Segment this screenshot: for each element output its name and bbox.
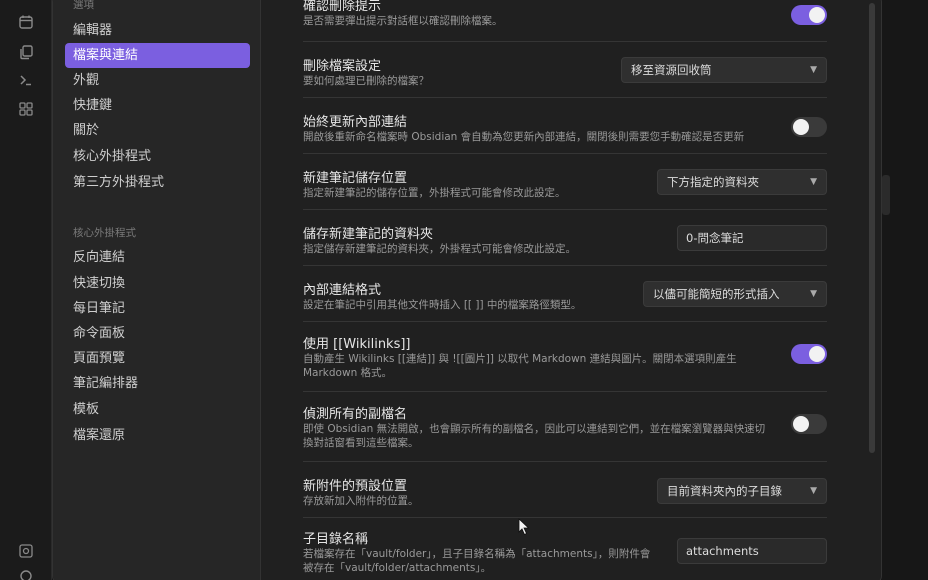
- settings-gear-icon[interactable]: [17, 568, 35, 580]
- setting-detect-extensions: 偵測所有的副檔名 即使 Obsidian 無法開啟，也會顯示所有的副檔名，因此可…: [303, 392, 827, 462]
- setting-link-format: 內部連結格式 設定在筆記中引用其他文件時插入 [[ ]] 中的檔案路徑類型。 以…: [303, 266, 827, 322]
- sidebar-item-templates[interactable]: 模板: [65, 397, 250, 422]
- setting-name: 新建筆記儲存位置: [303, 171, 408, 186]
- setting-desc: 是否需要彈出提示對話框以確認刪除檔案。: [303, 15, 503, 27]
- sidebar-item-quick-switcher[interactable]: 快速切換: [65, 271, 250, 296]
- setting-name: 刪除檔案設定: [303, 59, 382, 74]
- help-icon[interactable]: [17, 543, 35, 561]
- always-update-links-toggle[interactable]: [791, 117, 827, 137]
- setting-desc-line2: 被存在「vault/folder/attachments」。: [303, 562, 492, 574]
- deleted-files-dropdown[interactable]: 移至資源回收筒 ▼: [621, 57, 827, 83]
- mouse-cursor-icon: [518, 518, 530, 536]
- sidebar-item-appearance[interactable]: 外觀: [65, 68, 250, 93]
- sidebar-item-files-links[interactable]: 檔案與連結: [65, 43, 250, 68]
- setting-name: 偵測所有的副檔名: [303, 407, 408, 422]
- sidebar-item-daily-notes[interactable]: 每日筆記: [65, 296, 250, 321]
- terminal-icon[interactable]: [17, 72, 35, 90]
- chevron-down-icon: ▼: [810, 177, 817, 187]
- setting-name: 確認刪除提示: [303, 0, 382, 14]
- setting-name: 儲存新建筆記的資料夾: [303, 227, 434, 242]
- blocks-icon[interactable]: [17, 101, 35, 119]
- setting-desc: 存放新加入附件的位置。: [303, 495, 419, 507]
- sidebar-heading-options: 選項: [73, 0, 94, 11]
- setting-desc: 自動產生 Wikilinks [[連結]] 與 ![[圖片]] 以取代 Mark…: [303, 353, 737, 365]
- sidebar-item-page-preview[interactable]: 頁面預覽: [65, 346, 250, 371]
- right-scroll-thumb[interactable]: [882, 175, 890, 215]
- sidebar-item-command-palette[interactable]: 命令面板: [65, 321, 250, 346]
- setting-deleted-files: 刪除檔案設定 要如何處理已刪除的檔案？ 移至資源回收筒 ▼: [303, 42, 827, 98]
- setting-desc: 設定在筆記中引用其他文件時插入 [[ ]] 中的檔案路徑類型。: [303, 299, 582, 311]
- link-format-dropdown[interactable]: 以儘可能簡短的形式插入 ▼: [643, 281, 827, 307]
- confirm-delete-toggle[interactable]: [791, 5, 827, 25]
- setting-name: 使用 [[Wikilinks]]: [303, 337, 411, 352]
- settings-content: 確認刪除提示 是否需要彈出提示對話框以確認刪除檔案。 刪除檔案設定 要如何處理已…: [261, 0, 881, 580]
- wikilinks-toggle[interactable]: [791, 344, 827, 364]
- sidebar-item-note-composer[interactable]: 筆記編排器: [65, 371, 250, 396]
- sidebar-heading-core-plugins: 核心外掛程式: [73, 227, 136, 239]
- setting-always-update-links: 始終更新內部連結 開啟後重新命名檔案時 Obsidian 會自動為您更新內部連結…: [303, 98, 827, 154]
- sidebar-item-backlinks[interactable]: 反向連結: [65, 245, 250, 270]
- setting-desc: 開啟後重新命名檔案時 Obsidian 會自動為您更新內部連結，關閉後則需要您手…: [303, 131, 745, 143]
- setting-desc: 即使 Obsidian 無法開啟，也會顯示所有的副檔名，因此可以連結到它們，並在…: [303, 423, 766, 435]
- setting-subfolder-name: 子目錄名稱 若檔案存在「vault/folder」，且子目錄名稱為「attach…: [303, 518, 827, 580]
- setting-attachment-location: 新附件的預設位置 存放新加入附件的位置。 目前資料夾內的子目錄 ▼: [303, 462, 827, 518]
- sidebar-item-community-plugins[interactable]: 第三方外掛程式: [65, 170, 250, 195]
- chevron-down-icon: ▼: [810, 289, 817, 299]
- setting-new-note-folder: 儲存新建筆記的資料夾 指定儲存新建筆記的資料夾，外掛程式可能會修改此設定。 0-…: [303, 210, 827, 266]
- sidebar-item-editor[interactable]: 編輯器: [65, 18, 250, 43]
- setting-new-note-location: 新建筆記儲存位置 指定新建筆記的儲存位置，外掛程式可能會修改此設定。 下方指定的…: [303, 154, 827, 210]
- sidebar-item-file-recovery[interactable]: 檔案還原: [65, 423, 250, 448]
- setting-name: 新附件的預設位置: [303, 479, 408, 494]
- new-note-folder-input[interactable]: 0-問念筆記: [677, 225, 827, 251]
- setting-name: 始終更新內部連結: [303, 115, 408, 130]
- content-scrollbar[interactable]: [869, 0, 875, 580]
- new-note-location-dropdown[interactable]: 下方指定的資料夾 ▼: [657, 169, 827, 195]
- setting-desc-line2: 換對話窗看到這些檔案。: [303, 437, 419, 449]
- setting-wikilinks: 使用 [[Wikilinks]] 自動產生 Wikilinks [[連結]] 與…: [303, 322, 827, 392]
- setting-desc-line2: Markdown 格式。: [303, 367, 393, 379]
- app-ribbon: [0, 0, 52, 580]
- setting-name: 內部連結格式: [303, 283, 382, 298]
- sidebar-item-hotkeys[interactable]: 快捷鍵: [65, 93, 250, 118]
- settings-sidebar: 選項 編輯器 檔案與連結 外觀 快捷鍵 關於 核心外掛程式 第三方外掛程式 核心…: [53, 0, 261, 580]
- setting-desc: 要如何處理已刪除的檔案？: [303, 75, 429, 87]
- setting-desc: 指定新建筆記的儲存位置，外掛程式可能會修改此設定。: [303, 187, 566, 199]
- detect-extensions-toggle[interactable]: [791, 414, 827, 434]
- chevron-down-icon: ▼: [810, 65, 817, 75]
- settings-modal: 選項 編輯器 檔案與連結 外觀 快捷鍵 關於 核心外掛程式 第三方外掛程式 核心…: [52, 0, 882, 580]
- setting-name: 子目錄名稱: [303, 532, 369, 547]
- content-scroll-thumb[interactable]: [869, 3, 875, 453]
- subfolder-name-input[interactable]: attachments: [677, 538, 827, 564]
- chevron-down-icon: ▼: [810, 486, 817, 496]
- sidebar-item-about[interactable]: 關於: [65, 118, 250, 143]
- right-panel-edge: [882, 0, 928, 580]
- sidebar-item-core-plugins[interactable]: 核心外掛程式: [65, 144, 250, 169]
- calendar-icon[interactable]: [17, 14, 35, 32]
- setting-desc: 若檔案存在「vault/folder」，且子目錄名稱為「attachments」…: [303, 548, 651, 560]
- setting-confirm-delete: 確認刪除提示 是否需要彈出提示對話框以確認刪除檔案。: [303, 0, 827, 42]
- copy-icon[interactable]: [17, 44, 35, 62]
- attachment-location-dropdown[interactable]: 目前資料夾內的子目錄 ▼: [657, 478, 827, 504]
- setting-desc: 指定儲存新建筆記的資料夾，外掛程式可能會修改此設定。: [303, 243, 576, 255]
